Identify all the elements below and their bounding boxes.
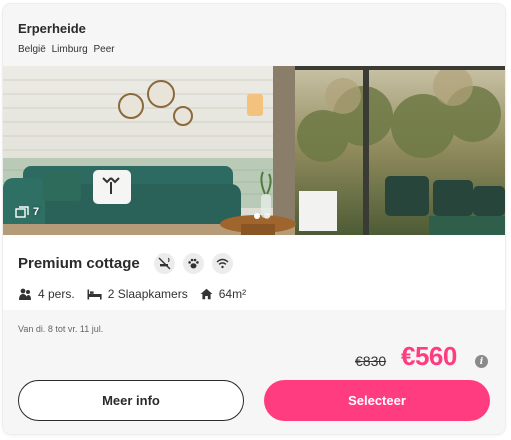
accommodation-photo[interactable]: [3, 66, 505, 235]
spec-persons: 4 pers.: [18, 287, 75, 301]
carousel-dots: [254, 213, 270, 219]
photo-count-badge[interactable]: 7: [15, 206, 39, 218]
location-region: Limburg: [51, 44, 88, 55]
stay-dates: Van di. 8 tot vr. 11 jul.: [18, 324, 104, 334]
persons-value: 4 pers.: [38, 287, 75, 301]
price-section: Van di. 8 tot vr. 11 jul. €830 €560 i Me…: [3, 310, 505, 434]
wifi-icon: [211, 253, 233, 274]
card-header: Erperheide België Limburg Peer: [3, 4, 505, 66]
accommodation-card: Erperheide België Limburg Peer 7 Premium…: [3, 4, 505, 434]
carousel-dot-1[interactable]: [254, 213, 260, 219]
select-button[interactable]: Selecteer: [264, 380, 490, 421]
more-info-button[interactable]: Meer info: [18, 380, 244, 421]
discounted-price: €560: [401, 341, 457, 371]
spec-bedrooms: 2 Slaapkamers: [87, 287, 188, 301]
no-smoking-icon: [153, 253, 175, 274]
location-country: België: [18, 44, 46, 55]
bedrooms-value: 2 Slaapkamers: [107, 287, 188, 301]
house-icon: [200, 288, 213, 300]
accommodation-title[interactable]: Premium cottage: [18, 255, 140, 272]
title-row: Premium cottage: [18, 253, 233, 274]
area-value: 64m²: [218, 287, 247, 301]
park-name[interactable]: Erperheide: [18, 21, 86, 36]
location-city: Peer: [93, 44, 115, 55]
park-location: België Limburg Peer: [18, 44, 118, 55]
bed-icon: [87, 289, 102, 299]
price-info-icon[interactable]: i: [475, 355, 488, 368]
persons-icon: [19, 288, 31, 300]
feature-icons: [153, 253, 233, 274]
photos-icon: [15, 206, 29, 218]
carousel-dot-2[interactable]: [264, 213, 270, 219]
photo-count: 7: [33, 206, 40, 218]
pets-allowed-icon: [182, 253, 204, 274]
spec-area: 64m²: [200, 287, 246, 301]
original-price: €830: [355, 353, 387, 369]
accommodation-specs: 4 pers. 2 Slaapkamers 64m²: [18, 287, 258, 301]
